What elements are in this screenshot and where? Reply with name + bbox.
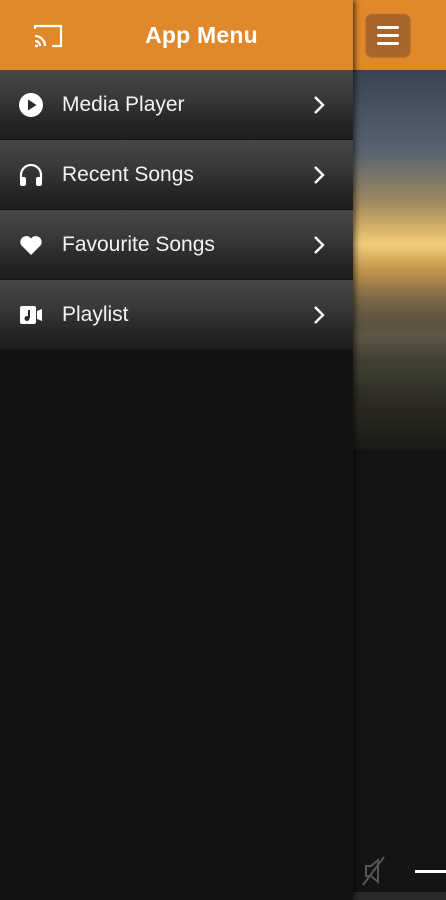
menu-item-recent-songs[interactable]: Recent Songs — [0, 140, 353, 210]
bottom-strip — [353, 892, 446, 900]
volume-slider[interactable] — [415, 870, 446, 873]
navigation-drawer: App Menu Media Player Recent Songs Favou… — [0, 0, 353, 900]
play-circle-icon — [19, 93, 43, 117]
chevron-right-icon — [314, 96, 325, 114]
heart-icon — [20, 236, 42, 255]
background-photo — [353, 70, 446, 450]
music-file-icon — [20, 306, 42, 324]
menu-item-label: Media Player — [62, 92, 185, 116]
menu-item-label: Playlist — [62, 302, 129, 326]
volume-muted-icon[interactable] — [360, 854, 390, 888]
menu-item-label: Recent Songs — [62, 162, 194, 186]
menu-item-favourite-songs[interactable]: Favourite Songs — [0, 210, 353, 280]
menu-list: Media Player Recent Songs Favourite Song… — [0, 70, 353, 350]
menu-item-media-player[interactable]: Media Player — [0, 70, 353, 140]
hamburger-menu-icon[interactable] — [366, 14, 410, 56]
headphones-icon — [19, 163, 43, 186]
chevron-right-icon — [314, 166, 325, 184]
drawer-title: App Menu — [145, 21, 258, 48]
cast-icon[interactable] — [32, 22, 64, 50]
chevron-right-icon — [314, 236, 325, 254]
menu-item-label: Favourite Songs — [62, 232, 215, 256]
drawer-header: App Menu — [0, 0, 353, 70]
chevron-right-icon — [314, 306, 325, 324]
menu-item-playlist[interactable]: Playlist — [0, 280, 353, 350]
